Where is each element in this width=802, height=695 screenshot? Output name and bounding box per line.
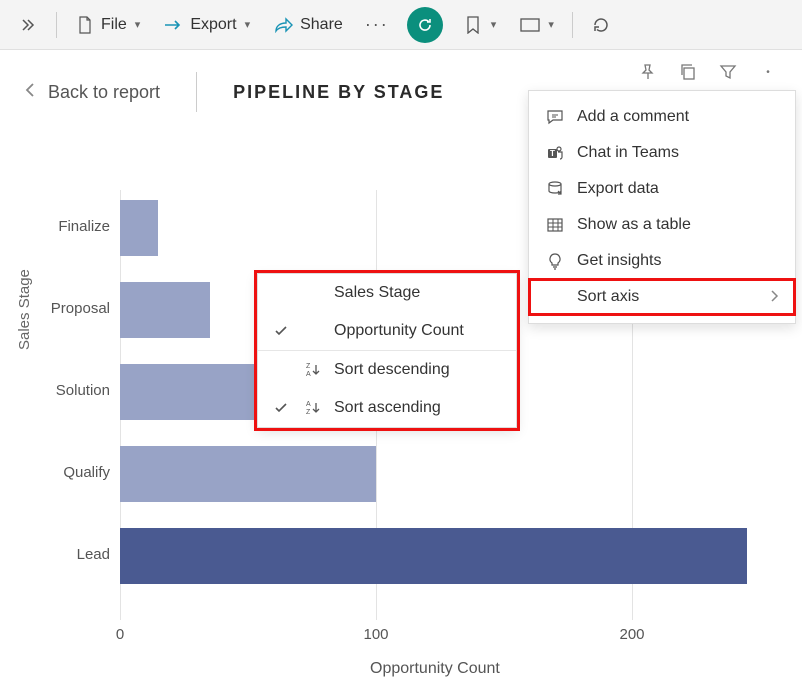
sort-field-opportunity-count[interactable]: Opportunity Count bbox=[258, 312, 516, 350]
toolbar: File ▾ Export ▾ Share ··· ▾ ▾ bbox=[0, 0, 802, 50]
x-tick-label: 100 bbox=[363, 626, 388, 643]
page-title: PIPELINE BY STAGE bbox=[233, 82, 444, 103]
bar-category-label: Lead bbox=[14, 546, 110, 563]
file-label: File bbox=[101, 16, 127, 34]
share-button[interactable]: Share bbox=[264, 9, 353, 41]
comment-icon bbox=[545, 107, 565, 127]
chevron-left-icon bbox=[24, 81, 36, 104]
more-options[interactable]: ··· bbox=[357, 9, 397, 41]
back-label: Back to report bbox=[48, 82, 160, 103]
menu-export-data[interactable]: Export data bbox=[529, 171, 795, 207]
view-menu[interactable]: ▾ bbox=[510, 9, 564, 41]
menu-label: Add a comment bbox=[577, 108, 689, 126]
toolbar-separator bbox=[56, 12, 57, 38]
table-icon bbox=[545, 215, 565, 235]
sort-label: Sort descending bbox=[334, 361, 450, 379]
context-menu: Add a comment T Chat in Teams Export dat… bbox=[528, 90, 796, 324]
sort-asc-icon: AZ bbox=[302, 400, 322, 416]
file-icon bbox=[75, 15, 95, 35]
bar[interactable] bbox=[120, 528, 747, 584]
x-axis-title: Opportunity Count bbox=[370, 660, 500, 678]
svg-text:A: A bbox=[306, 401, 311, 408]
bar-row bbox=[120, 282, 210, 338]
chevron-double-right-icon bbox=[18, 15, 38, 35]
menu-label: Chat in Teams bbox=[577, 144, 679, 162]
menu-show-table[interactable]: Show as a table bbox=[529, 207, 795, 243]
chevron-down-icon: ▾ bbox=[245, 18, 251, 31]
chevron-down-icon: ▾ bbox=[491, 18, 497, 31]
refresh-icon bbox=[407, 7, 443, 43]
sort-field-sales-stage[interactable]: Sales Stage bbox=[258, 274, 516, 312]
menu-add-comment[interactable]: Add a comment bbox=[529, 99, 795, 135]
menu-get-insights[interactable]: Get insights bbox=[529, 243, 795, 279]
bar[interactable] bbox=[120, 282, 210, 338]
bar-row bbox=[120, 446, 376, 502]
export-menu[interactable]: Export ▾ bbox=[154, 9, 260, 41]
bookmark-icon bbox=[463, 15, 483, 35]
share-icon bbox=[274, 15, 294, 35]
svg-text:T: T bbox=[550, 149, 555, 158]
bar-category-label: Proposal bbox=[14, 300, 110, 317]
rectangle-icon bbox=[520, 15, 540, 35]
bar-category-label: Solution bbox=[14, 382, 110, 399]
chevron-right-icon bbox=[769, 289, 779, 306]
svg-text:Z: Z bbox=[306, 409, 311, 416]
bar[interactable] bbox=[120, 200, 158, 256]
x-tick-label: 0 bbox=[116, 626, 124, 643]
teams-icon: T bbox=[545, 143, 565, 163]
check-icon bbox=[272, 324, 290, 338]
refresh-button[interactable] bbox=[401, 7, 449, 43]
sort-ascending[interactable]: AZ Sort ascending bbox=[258, 389, 516, 427]
bar-category-label: Finalize bbox=[14, 218, 110, 235]
reload-button[interactable] bbox=[581, 9, 621, 41]
svg-text:A: A bbox=[306, 371, 311, 378]
bar-row bbox=[120, 200, 158, 256]
svg-text:Z: Z bbox=[306, 363, 311, 370]
export-data-icon bbox=[545, 179, 565, 199]
share-label: Share bbox=[300, 16, 343, 34]
reload-icon bbox=[591, 15, 611, 35]
x-tick-label: 200 bbox=[619, 626, 644, 643]
menu-chat-teams[interactable]: T Chat in Teams bbox=[529, 135, 795, 171]
bookmark-menu[interactable]: ▾ bbox=[453, 9, 507, 41]
lightbulb-icon bbox=[545, 251, 565, 271]
toolbar-separator bbox=[572, 12, 573, 38]
menu-label: Sort axis bbox=[577, 288, 639, 306]
file-menu[interactable]: File ▾ bbox=[65, 9, 150, 41]
back-to-report[interactable]: Back to report bbox=[24, 81, 160, 104]
menu-sort-axis[interactable]: Sort axis bbox=[529, 279, 795, 315]
bar[interactable] bbox=[120, 446, 376, 502]
chevron-down-icon: ▾ bbox=[135, 18, 141, 31]
sort-desc-icon: ZA bbox=[302, 362, 322, 378]
ellipsis-icon: ··· bbox=[367, 15, 387, 35]
sort-label: Sales Stage bbox=[334, 284, 420, 302]
sort-descending[interactable]: ZA Sort descending bbox=[258, 351, 516, 389]
export-label: Export bbox=[190, 16, 236, 34]
bar-row bbox=[120, 528, 747, 584]
toolbar-overflow-left[interactable] bbox=[8, 9, 48, 41]
export-icon bbox=[164, 15, 184, 35]
blank-icon bbox=[545, 287, 565, 307]
sort-label: Sort ascending bbox=[334, 399, 441, 417]
check-icon bbox=[272, 401, 290, 415]
sort-label: Opportunity Count bbox=[334, 322, 464, 340]
menu-label: Get insights bbox=[577, 252, 661, 270]
bar-category-label: Qualify bbox=[14, 464, 110, 481]
chevron-down-icon: ▾ bbox=[548, 18, 554, 31]
sort-submenu: Sales Stage Opportunity Count ZA Sort de… bbox=[257, 273, 517, 428]
header-separator bbox=[196, 72, 197, 112]
menu-label: Export data bbox=[577, 180, 659, 198]
menu-label: Show as a table bbox=[577, 216, 691, 234]
